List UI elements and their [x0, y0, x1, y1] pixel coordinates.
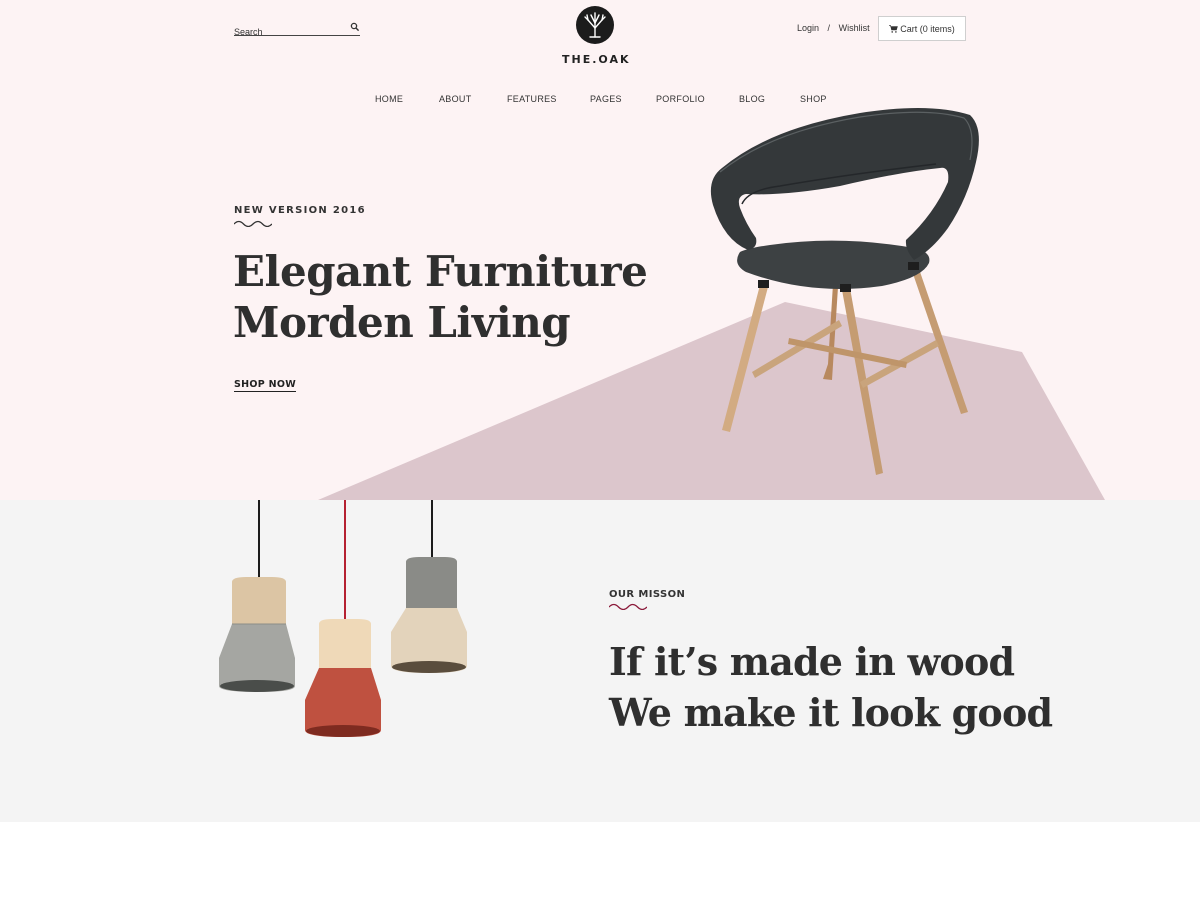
squiggle-divider — [234, 220, 272, 227]
hero-headline: Elegant Furniture Morden Living — [233, 246, 648, 348]
nav-item-home[interactable]: HOME — [375, 94, 403, 104]
shop-now-link[interactable]: SHOP NOW — [234, 379, 297, 392]
separator: / — [827, 23, 831, 33]
site-logo[interactable]: THE.OAK — [562, 6, 631, 68]
login-link[interactable]: Login — [797, 23, 819, 33]
pendant-lamps-image — [219, 500, 467, 737]
cart-icon — [889, 24, 899, 33]
hero-headline-line1: Elegant Furniture — [233, 247, 648, 296]
nav-item-features[interactable]: FEATURES — [507, 94, 557, 104]
mission-headline-line1: If it’s made in wood — [609, 639, 1015, 684]
search-box[interactable] — [234, 22, 360, 39]
nav-item-pages[interactable]: PAGES — [590, 94, 622, 104]
tree-icon — [576, 6, 614, 44]
chair-image — [710, 107, 979, 475]
logo-text: THE.OAK — [562, 53, 631, 66]
mission-headline-line2: We make it look good — [609, 690, 1053, 735]
hero-headline-line2: Morden Living — [233, 298, 571, 347]
mission-eyebrow: OUR MISSON — [609, 589, 686, 600]
cart-button[interactable]: Cart (0 items) — [878, 16, 966, 41]
wishlist-link[interactable]: Wishlist — [839, 23, 870, 33]
nav-item-porfolio[interactable]: PORFOLIO — [656, 94, 705, 104]
mission-headline: If it’s made in wood We make it look goo… — [609, 636, 1053, 738]
mission-section: OUR MISSON If it’s made in wood We make … — [0, 500, 1200, 822]
account-links: Login / Wishlist — [797, 23, 870, 33]
cart-label: Cart (0 items) — [900, 23, 955, 34]
mission-squiggle-divider — [609, 603, 647, 610]
search-input[interactable] — [234, 25, 344, 39]
hero-eyebrow: NEW VERSION 2016 — [234, 205, 366, 216]
search-icon[interactable] — [350, 22, 360, 32]
main-nav: HOME ABOUT FEATURES PAGES PORFOLIO BLOG … — [0, 94, 1200, 108]
nav-item-about[interactable]: ABOUT — [439, 94, 472, 104]
hero-section: THE.OAK Login / Wishlist Cart (0 items) … — [0, 0, 1200, 500]
